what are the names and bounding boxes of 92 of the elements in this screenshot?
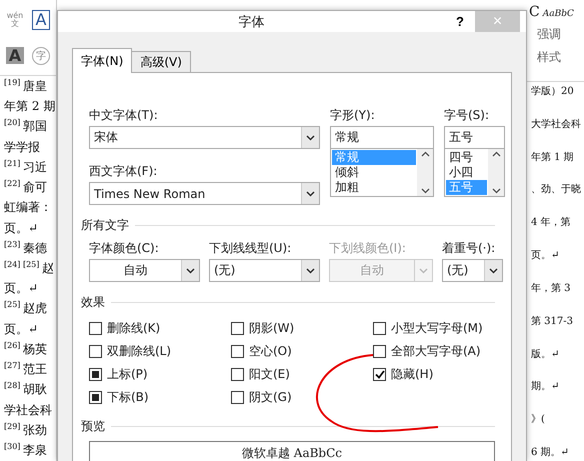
document-text: 年第 1 期 xyxy=(531,150,575,164)
document-text: 学社会科 xyxy=(4,402,53,418)
field-label: 着重号(·): xyxy=(442,240,496,257)
style-input-field[interactable]: 常规 xyxy=(330,126,434,149)
document-text: 》( xyxy=(531,413,546,426)
checkbox[interactable] xyxy=(373,322,386,334)
checkbox[interactable] xyxy=(89,322,102,334)
character-border-icon[interactable]: A xyxy=(32,10,50,30)
document-text: 学学报 xyxy=(4,138,41,156)
checkbox-label[interactable]: 双删除线(L) xyxy=(89,342,231,360)
document-text: [25] 赵虎 xyxy=(4,300,48,318)
checkbox[interactable] xyxy=(231,344,244,358)
document-text: [27] 范王 xyxy=(4,361,48,378)
document-text: 页。↵ xyxy=(4,280,40,298)
list-option[interactable]: 小四 xyxy=(446,165,487,180)
list-option[interactable]: 倾斜 xyxy=(332,165,416,180)
document-text: 页。↵ xyxy=(4,220,40,237)
size-input-field[interactable]: 五号 xyxy=(444,126,505,149)
checkbox[interactable] xyxy=(89,390,102,404)
document-text: 大学社会科 xyxy=(531,118,582,131)
document-text: 、劲、于晓 xyxy=(531,182,582,196)
dropdown[interactable]: (无) xyxy=(442,259,503,282)
document-text: 6 期。↵ xyxy=(531,446,570,459)
scroll-down-icon[interactable] xyxy=(420,188,430,194)
checkbox[interactable] xyxy=(373,368,386,380)
checkbox[interactable] xyxy=(89,368,102,380)
scroll-up-icon[interactable] xyxy=(492,151,500,157)
group-label: 样式 xyxy=(536,49,561,66)
field-label: 字号(S): xyxy=(444,107,490,124)
scroll-down-icon[interactable] xyxy=(492,188,500,194)
style-sample[interactable]: AaBbC xyxy=(542,9,574,19)
phonetic-guide-icon[interactable]: wén 文 xyxy=(6,12,24,28)
document-text: 学版）20 xyxy=(531,85,575,98)
checkbox[interactable] xyxy=(89,344,102,358)
document-text: [21] 习近 xyxy=(4,158,48,176)
document-text: 年第 2 期 xyxy=(4,98,56,116)
chinese-font-combo[interactable]: 宋体 xyxy=(89,126,320,149)
document-text: [26] 杨英 xyxy=(4,340,48,358)
document-text: [22] 俞可 xyxy=(4,179,48,196)
style-name: 强调 xyxy=(536,26,561,43)
document-text: [20] 郭国 xyxy=(4,118,48,136)
field-label: 字形(Y): xyxy=(330,107,376,124)
document-text: [24] [25] 赵 xyxy=(4,260,55,277)
field-label: 字体颜色(C): xyxy=(89,240,160,257)
help-button[interactable]: ? xyxy=(445,11,475,32)
field-label: 中文字体(T): xyxy=(89,107,159,124)
checkbox-label[interactable]: 空心(O) xyxy=(231,342,373,360)
style-preview[interactable]: C xyxy=(529,4,540,20)
checkbox-label[interactable]: 删除线(K) xyxy=(89,319,231,337)
document-text: [19] 唐皇 xyxy=(4,78,48,95)
checkbox-label[interactable]: 阳文(E) xyxy=(231,365,373,383)
checkbox-label[interactable]: 阴文(G) xyxy=(231,388,373,406)
document-text: 版。↵ xyxy=(531,348,560,360)
enclose-character-icon[interactable]: 字 xyxy=(32,46,50,65)
scroll-up-icon[interactable] xyxy=(420,151,430,157)
checkbox[interactable] xyxy=(373,344,386,358)
checkbox-label[interactable]: 隐藏(H) xyxy=(373,365,513,383)
checkbox-label[interactable]: 全部大写字母(A) xyxy=(373,342,513,360)
document-text: [23] 秦德 xyxy=(4,240,48,257)
document-text: 虹编著： xyxy=(4,199,53,216)
checkbox-label[interactable]: 下标(B) xyxy=(89,388,231,406)
checkbox[interactable] xyxy=(231,322,244,334)
window-title: 字体 xyxy=(238,14,266,30)
character-shading-icon[interactable]: A xyxy=(6,46,24,64)
list-option[interactable]: 加粗 xyxy=(332,180,416,195)
field-label: 下划线线型(U): xyxy=(209,240,292,257)
document-text: 4 年，第 xyxy=(531,216,572,230)
checkbox[interactable] xyxy=(231,390,244,404)
checkbox-label[interactable]: 阴影(W) xyxy=(231,319,373,337)
tab[interactable]: 高级(V) xyxy=(131,51,191,73)
section-heading: 预览 xyxy=(81,418,105,435)
field-label: 下划线颜色(I): xyxy=(329,240,407,257)
list-option[interactable]: 四号 xyxy=(446,150,487,165)
section-heading: 效果 xyxy=(81,294,105,311)
checkbox-label[interactable]: 上标(P) xyxy=(89,365,231,383)
document-text: [29] 张劲 xyxy=(4,422,48,439)
tab[interactable]: 字体(N) xyxy=(72,48,132,73)
document-text: 第 317-3 xyxy=(531,314,574,328)
document-text: 页。↵ xyxy=(531,249,560,262)
color-dropdown[interactable]: 自动 xyxy=(89,259,200,282)
dropdown[interactable]: (无) xyxy=(209,259,320,282)
section-heading: 所有文字 xyxy=(81,217,129,234)
document-text: [28] 胡耿 xyxy=(4,381,48,398)
document-text: 期。↵ xyxy=(531,380,560,394)
document-text: 年，第 3 xyxy=(531,282,572,295)
document-text: 页。↵ xyxy=(4,320,40,338)
preview-sample: 微软卓越 AaBbCc xyxy=(242,445,342,461)
document-text: [30] 李泉 xyxy=(4,442,48,459)
field-label: 西文字体(F): xyxy=(89,163,158,180)
checkbox[interactable] xyxy=(231,368,244,380)
western-font-combo[interactable]: Times New Roman xyxy=(89,182,320,205)
checkbox-label[interactable]: 小型大写字母(M) xyxy=(373,319,513,337)
